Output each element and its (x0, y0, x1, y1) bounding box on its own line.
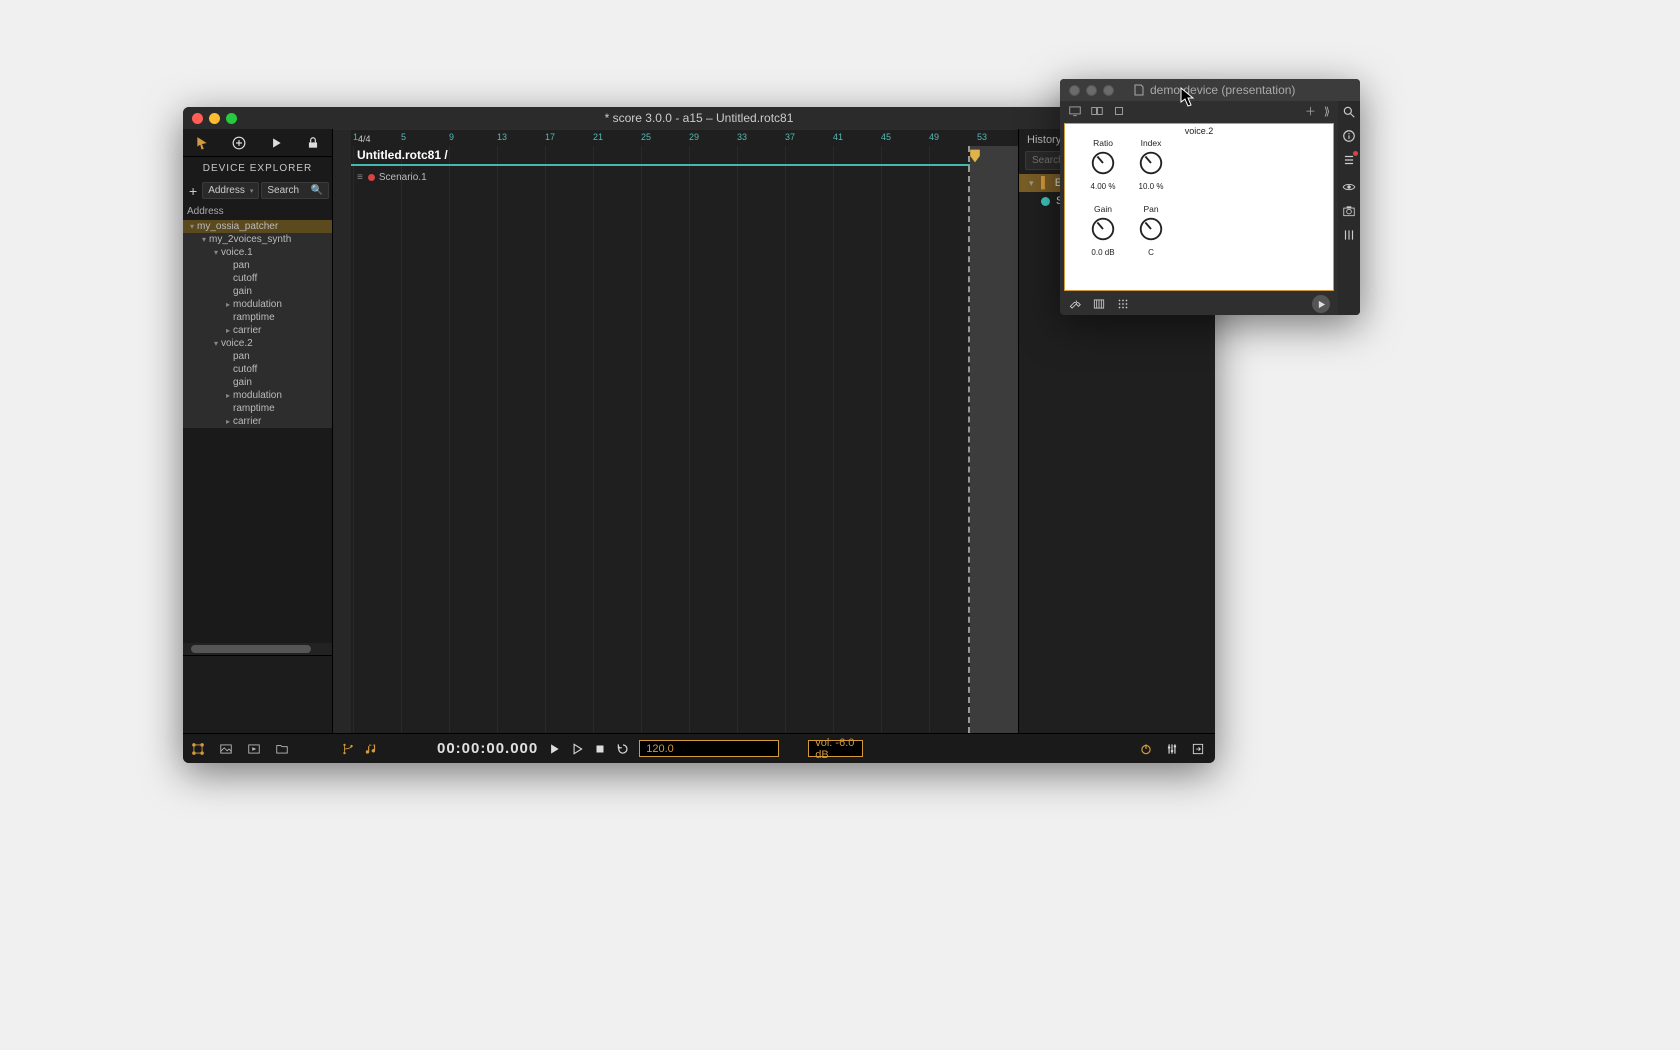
tree-item[interactable]: pan (183, 350, 332, 363)
play-round-button[interactable] (1312, 295, 1330, 313)
loop-end-marker[interactable] (968, 146, 970, 733)
voice2-label: voice.2 (1065, 126, 1333, 136)
add-knob-button[interactable]: ＋ (1305, 103, 1316, 119)
image-view-icon[interactable] (219, 742, 233, 756)
tree-item[interactable]: ramptime (183, 402, 332, 415)
device-tree[interactable]: ▾my_ossia_patcher▾my_2voices_synth▾voice… (183, 220, 332, 643)
piano-icon[interactable] (1092, 297, 1106, 311)
timeline-canvas[interactable]: 1591317212529333741454953 4/4 Untitled.r… (333, 129, 1018, 733)
minimize-window-button[interactable] (209, 113, 220, 124)
presentation-view-icon[interactable] (247, 742, 261, 756)
tree-item[interactable]: ▾voice.2 (183, 337, 332, 350)
volume-display[interactable]: vol: -6.0 dB (808, 740, 863, 757)
timecode-display: 00:00:00.000 (437, 740, 538, 757)
tree-item[interactable]: ▸carrier (183, 415, 332, 428)
device-search-input[interactable]: Search🔍 (261, 182, 329, 199)
time-signature[interactable]: 4/4 (358, 134, 371, 144)
minimize-window-button[interactable] (1086, 85, 1097, 96)
ratio-knob[interactable]: Ratio4.00 % (1079, 138, 1127, 191)
tree-item[interactable]: ▸modulation (183, 389, 332, 402)
split-icon[interactable] (1090, 104, 1104, 118)
wrench-icon[interactable] (1068, 297, 1082, 311)
zoom-window-button[interactable] (1103, 85, 1114, 96)
tree-item[interactable]: ▸modulation (183, 298, 332, 311)
branch-icon[interactable] (341, 742, 355, 756)
device-window-titlebar[interactable]: demo.device (presentation) (1060, 79, 1360, 101)
tree-item[interactable]: ▾voice.1 (183, 246, 332, 259)
sliders-vertical-icon[interactable] (1342, 228, 1356, 242)
device-detail-empty (183, 655, 332, 733)
device-explorer-panel: DEVICE EXPLORER + Address ▾ Search🔍 Addr… (183, 129, 333, 733)
address-mode-selector[interactable]: Address ▾ (202, 182, 259, 199)
scenario-row[interactable]: ≡ Scenario.1 (357, 172, 427, 183)
search-icon[interactable] (1342, 105, 1356, 119)
tree-item[interactable]: ▾my_2voices_synth (183, 233, 332, 246)
stop-icon[interactable] (1112, 104, 1126, 118)
device-window-title: demo.device (presentation) (1114, 83, 1295, 97)
info-icon[interactable] (1342, 129, 1356, 143)
matrix-icon[interactable] (1116, 297, 1130, 311)
cursor-icon[interactable] (195, 136, 209, 150)
timeline-gridlines (351, 146, 1018, 733)
power-icon[interactable] (1139, 742, 1153, 756)
add-circle-icon[interactable] (232, 136, 246, 150)
tree-item[interactable]: gain (183, 285, 332, 298)
tree-header-address: Address (183, 203, 332, 220)
export-icon[interactable] (1191, 742, 1205, 756)
tree-item[interactable]: pan (183, 259, 332, 272)
tempo-input[interactable]: 120.0 (639, 740, 779, 757)
timeline-ruler[interactable]: 1591317212529333741454953 (351, 130, 1018, 146)
index-knob[interactable]: Index10.0 % (1127, 138, 1175, 191)
play-button[interactable] (547, 742, 561, 756)
transport-bar: 00:00:00.000 120.0 vol: -6.0 dB (183, 733, 1215, 763)
toolbar-chevron-icon[interactable]: ⟫ (1324, 105, 1330, 118)
zoom-window-button[interactable] (226, 113, 237, 124)
scenario-timeline-bar[interactable] (351, 164, 1018, 166)
playhead-marker-icon[interactable] (968, 148, 982, 164)
graph-view-icon[interactable] (191, 742, 205, 756)
device-tree-hscrollbar[interactable] (183, 643, 332, 655)
device-presentation-window[interactable]: demo.device (presentation) ＋ ⟫ voice.2 R… (1060, 79, 1360, 315)
screen-icon[interactable] (1068, 104, 1082, 118)
timeline-gutter (333, 130, 351, 733)
close-window-button[interactable] (1069, 85, 1080, 96)
stop-button[interactable] (593, 742, 607, 756)
tree-item[interactable]: gain (183, 376, 332, 389)
add-device-button[interactable]: + (186, 183, 200, 199)
timeline-panel: 1591317212529333741454953 4/4 Untitled.r… (333, 129, 1019, 733)
lock-icon[interactable] (306, 136, 320, 150)
tree-item[interactable]: ▸carrier (183, 324, 332, 337)
tree-item[interactable]: cutoff (183, 272, 332, 285)
timeline-overflow-shade (970, 146, 1018, 733)
scenario-breadcrumb[interactable]: Untitled.rotc81 / (357, 148, 448, 162)
scenario-label: Scenario.1 (379, 172, 427, 183)
eye-icon[interactable] (1342, 180, 1356, 194)
tree-item[interactable]: ramptime (183, 311, 332, 324)
restart-button[interactable] (616, 742, 630, 756)
list-icon[interactable] (1342, 153, 1356, 170)
music-note-icon[interactable] (364, 742, 378, 756)
play-outline-button[interactable] (570, 742, 584, 756)
pan-knob[interactable]: PanC (1127, 204, 1175, 257)
device-toolbar: ＋ ⟫ (1060, 101, 1338, 121)
play-icon[interactable] (269, 136, 283, 150)
sliders-icon[interactable] (1165, 742, 1179, 756)
tree-item[interactable]: cutoff (183, 363, 332, 376)
record-dot-icon (368, 174, 375, 181)
close-window-button[interactable] (192, 113, 203, 124)
folder-icon[interactable] (275, 742, 289, 756)
voice2-patch[interactable]: voice.2 Ratio4.00 %Index10.0 %Gain0.0 dB… (1064, 123, 1334, 291)
camera-icon[interactable] (1342, 204, 1356, 218)
device-explorer-title: DEVICE EXPLORER (183, 157, 332, 182)
gain-knob[interactable]: Gain0.0 dB (1079, 204, 1127, 257)
tree-item[interactable]: ▾my_ossia_patcher (183, 220, 332, 233)
